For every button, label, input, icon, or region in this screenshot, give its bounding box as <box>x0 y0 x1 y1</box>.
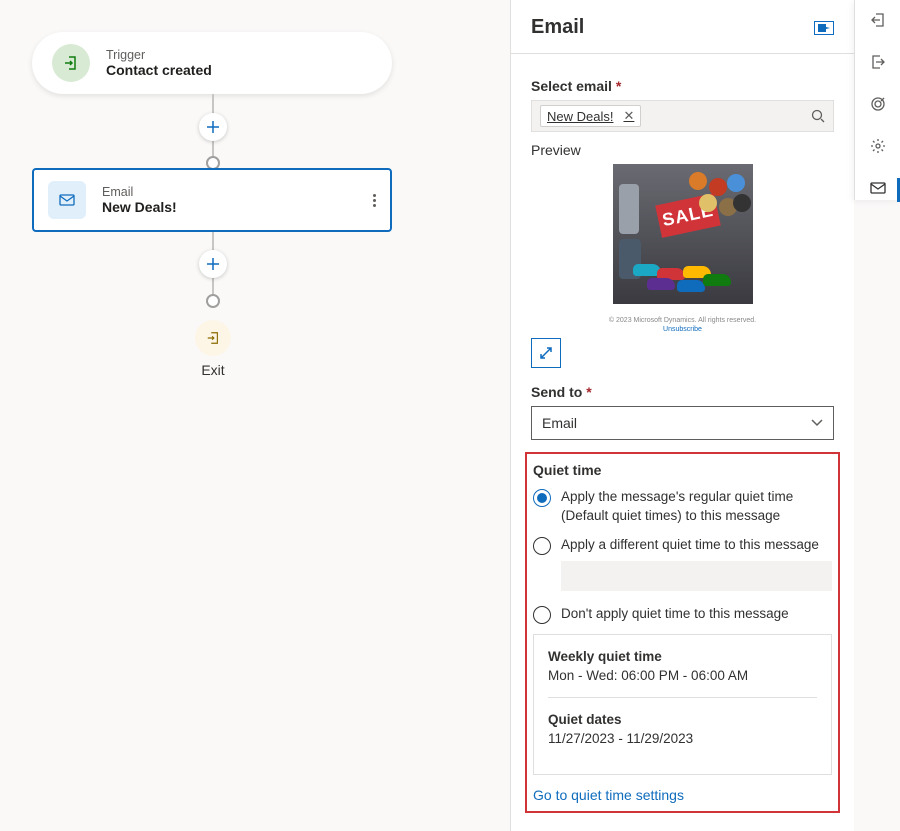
rail-enter-icon[interactable] <box>868 10 888 30</box>
radio-icon[interactable] <box>533 606 551 624</box>
expand-preview-button[interactable] <box>531 338 561 368</box>
mail-icon <box>48 181 86 219</box>
email-node-selected[interactable]: Email New Deals! <box>32 168 392 232</box>
email-preview: SALE <box>531 164 834 334</box>
quiet-time-section-highlight: Quiet time Apply the message's regular q… <box>525 452 840 813</box>
connector-dot <box>206 294 220 308</box>
exit-icon <box>195 320 231 356</box>
exit-node: Exit <box>195 320 231 378</box>
panel-title: Email <box>531 16 584 39</box>
email-node-label: Email <box>102 185 177 199</box>
quiet-time-option-different[interactable]: Apply a different quiet time to this mes… <box>533 536 832 555</box>
panel-header: Email <box>511 0 854 54</box>
exit-label: Exit <box>195 362 231 378</box>
enter-icon <box>52 44 90 82</box>
rail-target-icon[interactable] <box>868 94 888 114</box>
rail-exit-icon[interactable] <box>868 52 888 72</box>
quiet-time-info: Weekly quiet time Mon - Wed: 06:00 PM - … <box>533 634 832 775</box>
node-menu-button[interactable] <box>373 194 376 207</box>
preview-footer: © 2023 Microsoft Dynamics. All rights re… <box>609 316 756 334</box>
journey-canvas[interactable]: Trigger Contact created Email New Deals! <box>0 0 510 831</box>
selected-email-chip[interactable]: New Deals!✕ <box>540 105 641 127</box>
weekly-quiet-time-title: Weekly quiet time <box>548 649 817 664</box>
different-quiet-time-select-disabled <box>561 561 832 591</box>
quiet-time-settings-link[interactable]: Go to quiet time settings <box>533 787 832 803</box>
quiet-time-option-none[interactable]: Don't apply quiet time to this message <box>533 605 832 624</box>
select-email-label: Select email * <box>531 78 834 94</box>
preview-image: SALE <box>613 164 753 304</box>
rail-settings-icon[interactable] <box>868 136 888 156</box>
weekly-quiet-time-value: Mon - Wed: 06:00 PM - 06:00 AM <box>548 668 817 698</box>
send-to-label: Send to * <box>531 384 834 400</box>
preview-label: Preview <box>531 142 834 158</box>
right-rail <box>854 0 900 200</box>
add-step-button[interactable] <box>199 250 227 278</box>
search-icon[interactable] <box>811 109 825 123</box>
remove-chip-icon[interactable]: ✕ <box>623 108 634 124</box>
chevron-down-icon <box>811 419 823 427</box>
radio-checked-icon[interactable] <box>533 489 551 507</box>
radio-icon[interactable] <box>533 537 551 555</box>
quiet-time-option-regular[interactable]: Apply the message's regular quiet time (… <box>533 488 832 526</box>
email-properties-panel: Email Select email * New Deals!✕ Preview <box>510 0 854 831</box>
email-select-input[interactable]: New Deals!✕ <box>531 100 834 132</box>
quiet-time-header: Quiet time <box>533 462 832 478</box>
trigger-name: Contact created <box>106 62 212 78</box>
quiet-dates-value: 11/27/2023 - 11/29/2023 <box>548 731 817 752</box>
quiet-dates-title: Quiet dates <box>548 712 817 727</box>
add-step-button[interactable] <box>199 113 227 141</box>
trigger-node[interactable]: Trigger Contact created <box>32 32 392 94</box>
email-node-name: New Deals! <box>102 199 177 215</box>
trigger-label: Trigger <box>106 48 212 62</box>
panel-action-icon[interactable] <box>814 21 834 35</box>
send-to-dropdown[interactable]: Email <box>531 406 834 440</box>
send-to-value: Email <box>542 415 577 431</box>
rail-mail-icon[interactable] <box>868 178 888 198</box>
